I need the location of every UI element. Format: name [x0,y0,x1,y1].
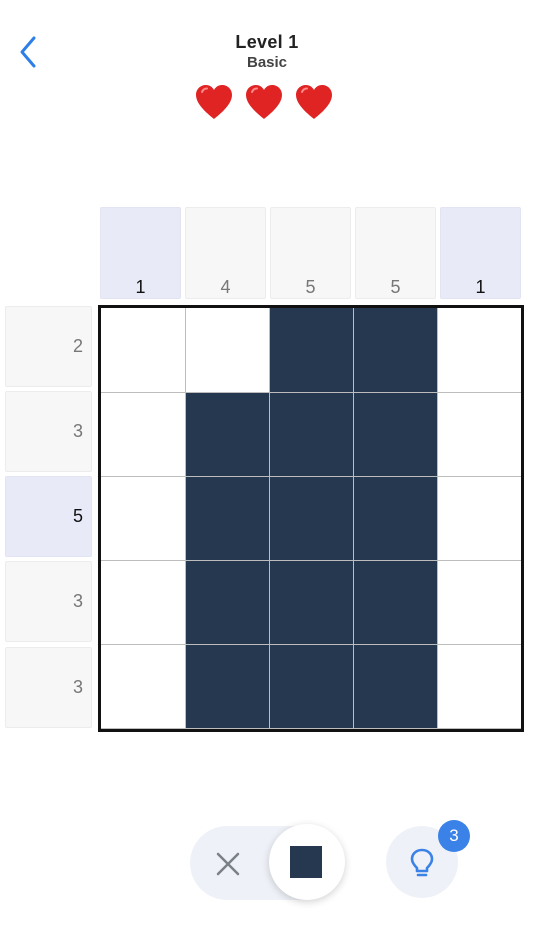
grid-cell[interactable] [101,477,185,560]
filled-square-icon [290,846,322,878]
grid-cell[interactable] [438,477,521,560]
column-clue-number: 4 [220,277,231,297]
grid-cell[interactable] [101,308,185,392]
grid-cell[interactable] [186,393,269,476]
grid-cell[interactable] [438,561,521,644]
cross-mode-button[interactable] [212,848,244,880]
lives-indicator [192,82,342,124]
column-clue-1: 1 [100,207,181,299]
grid-cell[interactable] [270,393,353,476]
grid-cell[interactable] [270,477,353,560]
level-title: Level 1 [235,32,299,52]
column-clue-number: 1 [135,277,146,297]
column-clue-4: 5 [355,207,436,299]
column-clue-number: 5 [305,277,316,297]
row-clue-number: 3 [72,677,83,697]
row-clue-number: 3 [72,421,83,441]
row-clue-number: 2 [72,336,83,356]
grid-cell[interactable] [354,645,437,728]
row-clue-3: 5 [5,476,92,557]
grid-cell[interactable] [101,561,185,644]
column-clue-number: 5 [390,277,401,297]
grid-cell[interactable] [101,645,185,728]
fill-mode-button[interactable] [269,824,345,900]
row-clue-number: 5 [72,506,83,526]
grid-cell[interactable] [438,645,521,728]
grid-cell[interactable] [186,477,269,560]
x-icon [216,852,240,876]
grid-cell[interactable] [438,308,521,392]
column-clue-number: 1 [475,277,486,297]
level-difficulty: Basic [246,54,288,71]
grid-cell[interactable] [354,477,437,560]
grid-cell[interactable] [186,561,269,644]
grid-cell[interactable] [270,645,353,728]
grid-cell[interactable] [186,645,269,728]
grid-cell[interactable] [270,561,353,644]
grid-cell[interactable] [354,308,437,392]
grid-cell[interactable] [101,393,185,476]
heart-icon [292,82,336,122]
grid-cell[interactable] [354,393,437,476]
row-clue-number: 3 [72,591,83,611]
column-clue-2: 4 [185,207,266,299]
heart-icon [242,82,286,122]
heart-icon [192,82,236,122]
row-clue-5: 3 [5,647,92,728]
grid-cell[interactable] [186,308,269,392]
row-clue-4: 3 [5,561,92,642]
column-clue-5: 1 [440,207,521,299]
puzzle-grid [98,305,524,732]
grid-cell[interactable] [270,308,353,392]
grid-cell[interactable] [354,561,437,644]
hint-count-badge: 3 [438,820,470,852]
column-clue-3: 5 [270,207,351,299]
grid-cell[interactable] [438,393,521,476]
row-clue-1: 2 [5,306,92,387]
row-clue-2: 3 [5,391,92,472]
